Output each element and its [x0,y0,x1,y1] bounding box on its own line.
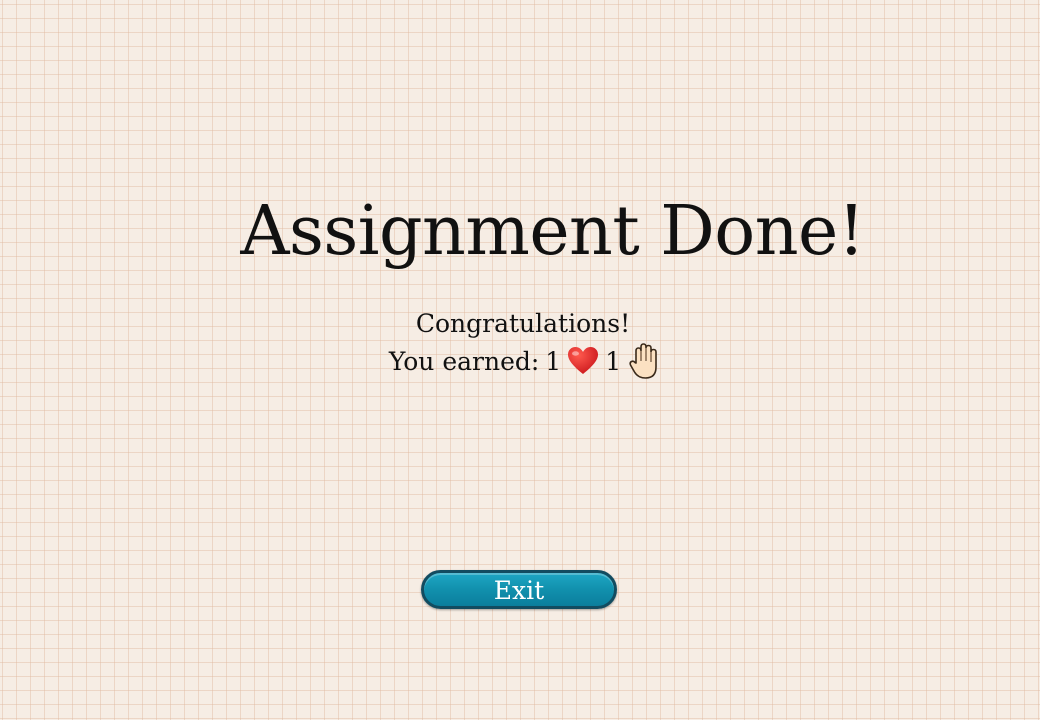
exit-button[interactable]: Exit [421,570,617,609]
hearts-count: 1 [545,346,562,376]
raised-hand-icon [627,341,663,381]
screen-title: Assignment Done! [240,192,865,271]
hands-count: 1 [605,346,622,376]
heart-icon [567,346,599,376]
earned-label: You earned: [388,346,540,376]
congrats-text: Congratulations! [415,309,631,338]
reward-message: Congratulations! You earned: 1 1 [0,306,1040,381]
earned-line: You earned: 1 1 [377,341,663,381]
